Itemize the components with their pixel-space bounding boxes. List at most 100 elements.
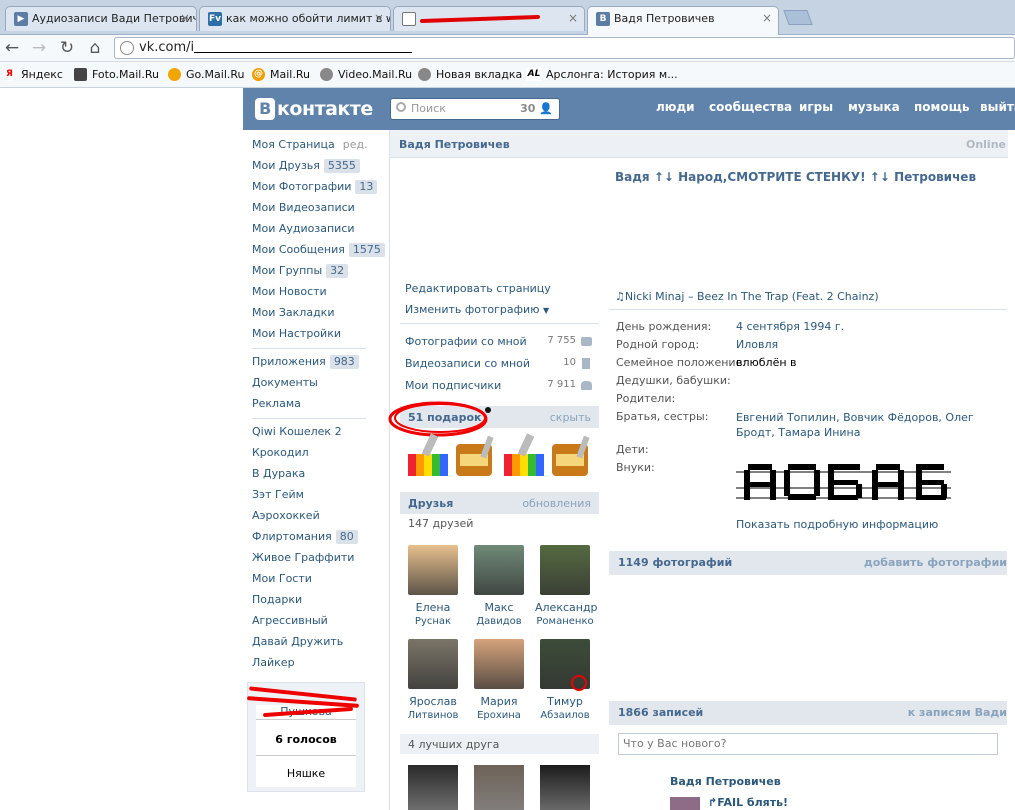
hide-gifts-link[interactable]: скрыть (550, 411, 591, 424)
menu-divider (252, 418, 366, 419)
nav-help[interactable]: помощь (914, 100, 969, 114)
avatar[interactable] (408, 545, 458, 595)
close-icon[interactable]: × (180, 7, 190, 30)
app-guests[interactable]: Мои Гости (252, 572, 312, 586)
redaction-scribble (419, 14, 541, 24)
app-liker[interactable]: Лайкер (252, 656, 295, 670)
menu-apps[interactable]: Приложения 983 (252, 355, 359, 369)
app-airhockey[interactable]: Аэрохоккей (252, 509, 320, 523)
app-crocodile[interactable]: Крокодил (252, 446, 309, 460)
close-icon[interactable]: × (568, 7, 578, 30)
menu-documents[interactable]: Документы (252, 376, 318, 390)
friend-card[interactable]: Мария Ерохина (469, 639, 529, 723)
best-friend-avatar[interactable] (408, 765, 458, 810)
nav-communities[interactable]: сообщества (709, 100, 792, 114)
back-icon[interactable]: ← (3, 38, 21, 58)
change-photo-link[interactable]: Изменить фотографию ▼ (405, 303, 549, 316)
nav-people[interactable]: люди (656, 100, 695, 114)
edit-link[interactable]: ред. (343, 138, 368, 151)
hometown-value[interactable]: Иловля (736, 338, 778, 352)
search-input[interactable]: Поиск 30 👤 (390, 98, 560, 120)
gift-glue-can (552, 435, 590, 476)
best-friend-avatar[interactable] (474, 765, 524, 810)
browser-tab-limit[interactable]: Fv как можно обойти лимит в w × (199, 6, 391, 31)
menu-groups[interactable]: Мои Группы 32 (252, 264, 349, 278)
app-aggressive[interactable]: Агрессивный (252, 614, 328, 628)
bookmark-video-mail[interactable]: Video.Mail.Ru (320, 67, 412, 82)
nav-logout[interactable]: выйти (980, 100, 1015, 114)
count-badge: 80 (335, 530, 358, 544)
videos-with-me[interactable]: Видеозаписи со мной 10 (405, 357, 592, 371)
photos-count[interactable]: 1149 фотографий (618, 556, 732, 569)
avatar[interactable] (540, 545, 590, 595)
app-gifts[interactable]: Подарки (252, 593, 302, 607)
wall-count[interactable]: 1866 записей (618, 706, 703, 719)
my-subscribers[interactable]: Мои подписчики 7 911 (405, 379, 592, 393)
menu-settings[interactable]: Мои Настройки (252, 327, 341, 341)
friend-card[interactable]: Ярослав Литвинов (403, 639, 463, 723)
show-details-link[interactable]: Показать подробную информацию (736, 518, 938, 532)
siblings-value[interactable]: Евгений Топилин, Вовчик Фёдоров, Олег Бр… (736, 410, 998, 440)
forward-icon[interactable]: → (30, 38, 48, 58)
new-tab-button[interactable] (783, 10, 813, 25)
poll-divider (256, 719, 356, 720)
menu-videos[interactable]: Мои Видеозаписи (252, 201, 355, 215)
avatar[interactable] (408, 639, 458, 689)
menu-ads[interactable]: Реклама (252, 397, 301, 411)
gifts-row[interactable] (404, 432, 596, 480)
vk-logo[interactable]: Вконтакте (255, 97, 373, 121)
bookmark-mail[interactable]: @ Mail.Ru (252, 67, 310, 82)
friend-card[interactable]: Макс Давидов (469, 545, 529, 629)
friend-card[interactable]: Елена Руснак (403, 545, 463, 629)
menu-my-page[interactable]: Моя Страница ред. (252, 138, 368, 152)
tab-title: Вадя Петровичев (614, 12, 715, 25)
close-icon[interactable]: × (762, 7, 772, 30)
home-icon[interactable]: ⌂ (86, 38, 104, 58)
now-playing[interactable]: ♫Nicki Minaj – Beez In The Trap (Feat. 2… (615, 290, 879, 303)
search-count-value: 30 (520, 102, 536, 115)
edit-page-link[interactable]: Редактировать страницу (405, 282, 551, 295)
app-qiwi[interactable]: Qiwi Кошелек 2 (252, 425, 342, 439)
browser-tab-hidden[interactable]: × (393, 6, 585, 31)
app-flirtomania[interactable]: Флиртомания 80 (252, 530, 358, 544)
count-badge: 1575 (348, 243, 385, 257)
post-author-avatar[interactable] (670, 797, 700, 810)
menu-bookmarks[interactable]: Мои Закладки (252, 306, 334, 320)
close-icon[interactable]: × (374, 7, 384, 30)
photos-with-me[interactable]: Фотографии со мной 7 755 (405, 335, 592, 349)
bookmark-go-mail[interactable]: Go.Mail.Ru (168, 67, 245, 82)
wall-post-input[interactable]: Что у Вас нового? (618, 733, 998, 755)
app-graffiti[interactable]: Живое Граффити (252, 551, 354, 565)
app-durak[interactable]: В Дурака (252, 467, 305, 481)
browser-tab-profile[interactable]: B Вадя Петровичев × (587, 6, 779, 35)
bookmark-arslonga[interactable]: AL Арслонга: История м... (526, 67, 678, 82)
add-photos-link[interactable]: добавить фотографии (864, 556, 1007, 569)
reload-icon[interactable]: ↻ (58, 38, 76, 58)
nav-music[interactable]: музыка (848, 100, 900, 114)
browser-tab-audio[interactable]: ▶ Аудиозаписи Вади Петрович × (5, 6, 197, 31)
app-make-friends[interactable]: Давай Дружить (252, 635, 343, 649)
menu-news[interactable]: Мои Новости (252, 285, 327, 299)
app-zet-game[interactable]: Зэт Гейм (252, 488, 304, 502)
search-count: 30 👤 (520, 99, 553, 119)
avatar[interactable] (474, 545, 524, 595)
birthday-value[interactable]: 4 сентября 1994 г. (736, 320, 844, 334)
avatar[interactable] (474, 639, 524, 689)
menu-photos[interactable]: Мои Фотографии 13 (252, 180, 378, 194)
address-bar[interactable]: vk.com/i (114, 37, 1015, 59)
menu-friends[interactable]: Мои Друзья 5355 (252, 159, 360, 173)
bookmark-yandex[interactable]: Я Яндекс (3, 67, 63, 82)
bookmark-foto-mail[interactable]: Foto.Mail.Ru (74, 67, 159, 82)
bookmark-new-tab[interactable]: Новая вкладка (418, 67, 522, 82)
menu-messages[interactable]: Мои Сообщения 1575 (252, 243, 385, 257)
best-friend-avatar[interactable] (540, 765, 590, 810)
friends-updates-link[interactable]: обновления (522, 497, 591, 510)
nav-games[interactable]: игры (799, 100, 833, 114)
divider (400, 323, 599, 324)
profile-status[interactable]: Вадя ↑↓ Народ,СМОТРИТЕ СТЕНКУ! ↑↓ Петров… (615, 170, 976, 184)
menu-audio[interactable]: Мои Аудиозаписи (252, 222, 355, 236)
post-author[interactable]: Вадя Петровичев (670, 775, 781, 788)
friend-card[interactable]: Александр Романенко (535, 545, 598, 629)
wall-posts-link[interactable]: к записям Вади (908, 706, 1007, 719)
friends-title[interactable]: Друзья (408, 497, 453, 510)
